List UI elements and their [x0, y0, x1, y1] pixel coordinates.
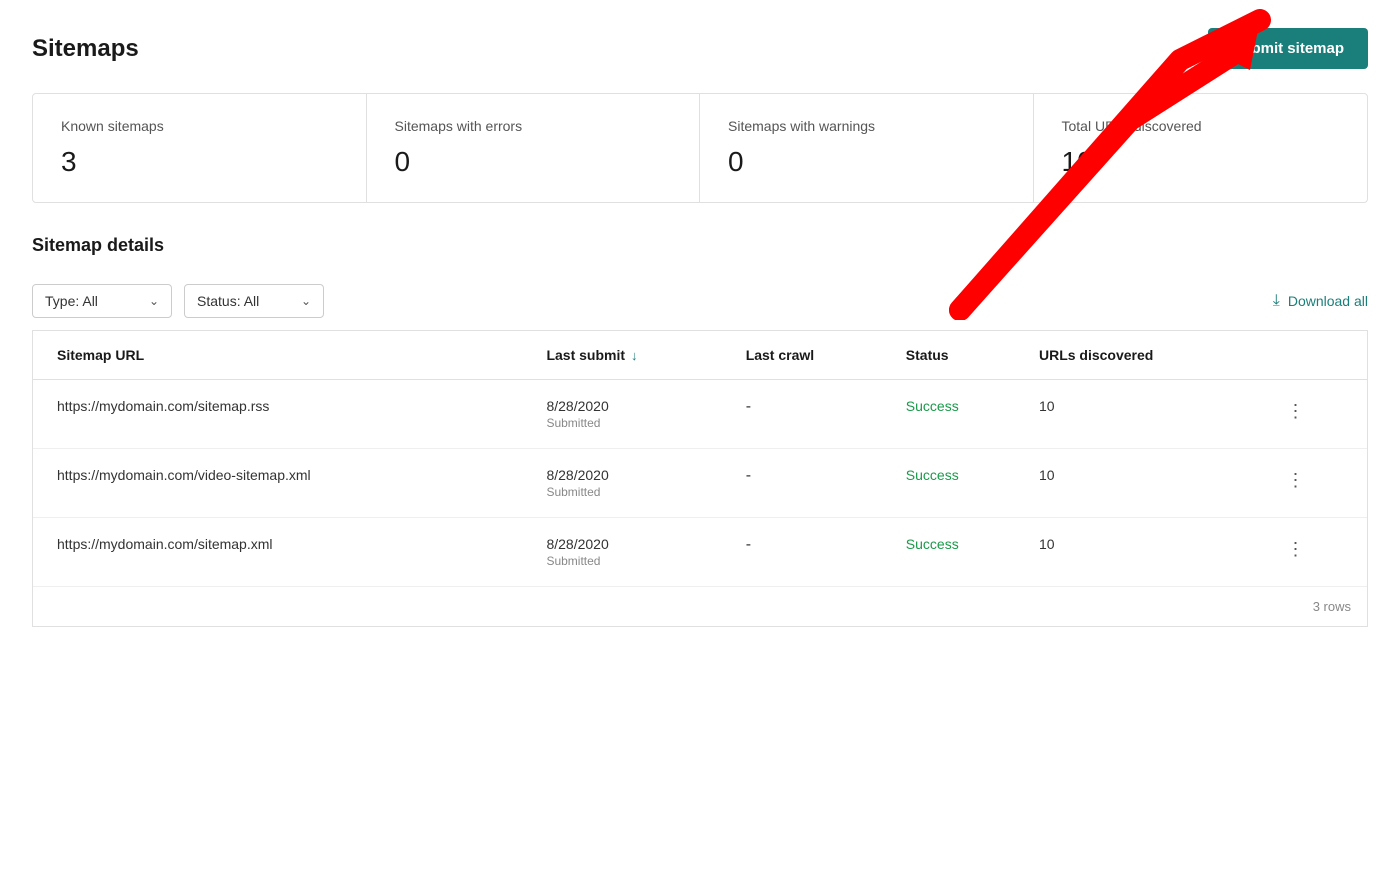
cell-last-submit: 8/28/2020 Submitted — [534, 449, 733, 518]
stat-warnings-value: 0 — [728, 146, 1005, 178]
more-actions-button[interactable]: ⋮ — [1279, 398, 1313, 424]
cell-status: Success — [894, 518, 1027, 587]
cell-urls-discovered: 10 — [1027, 380, 1267, 449]
submit-date: 8/28/2020 — [546, 467, 721, 483]
filter-bar: Type: All ⌄ Status: All ⌄ ⤓ Download all — [32, 272, 1368, 331]
stat-known-value: 3 — [61, 146, 338, 178]
col-header-last-crawl: Last crawl — [734, 331, 894, 380]
cell-url: https://mydomain.com/video-sitemap.xml — [33, 449, 534, 518]
col-header-urls-discovered: URLs discovered — [1027, 331, 1267, 380]
col-header-actions — [1267, 331, 1367, 380]
type-filter-label: Type: All — [45, 293, 141, 309]
stat-urls-label: Total URLs discovered — [1062, 118, 1340, 134]
row-count: 3 rows — [1313, 599, 1351, 614]
status-badge: Success — [906, 467, 959, 483]
cell-url: https://mydomain.com/sitemap.rss — [33, 380, 534, 449]
stat-urls-value: 10 — [1062, 146, 1340, 178]
table-row: https://mydomain.com/sitemap.xml 8/28/20… — [33, 518, 1367, 587]
submit-label: Submitted — [546, 485, 721, 499]
cell-more-actions[interactable]: ⋮ — [1267, 449, 1367, 518]
cell-urls-discovered: 10 — [1027, 449, 1267, 518]
submit-sitemap-button[interactable]: Submit sitemap — [1208, 28, 1368, 69]
sitemap-table: Sitemap URL Last submit ↓ Last crawl Sta… — [33, 331, 1367, 586]
cell-url: https://mydomain.com/sitemap.xml — [33, 518, 534, 587]
chevron-down-icon: ⌄ — [149, 294, 159, 308]
stat-card-warnings: Sitemaps with warnings 0 — [700, 94, 1034, 202]
table-row: https://mydomain.com/sitemap.rss 8/28/20… — [33, 380, 1367, 449]
details-section-title: Sitemap details — [32, 235, 1368, 256]
stat-warnings-label: Sitemaps with warnings — [728, 118, 1005, 134]
stat-errors-label: Sitemaps with errors — [395, 118, 672, 134]
table-row: https://mydomain.com/video-sitemap.xml 8… — [33, 449, 1367, 518]
submit-date: 8/28/2020 — [546, 398, 721, 414]
download-all-button[interactable]: ⤓ Download all — [1273, 292, 1368, 310]
more-actions-button[interactable]: ⋮ — [1279, 536, 1313, 562]
status-badge: Success — [906, 398, 959, 414]
cell-more-actions[interactable]: ⋮ — [1267, 380, 1367, 449]
page-header: Sitemaps Submit sitemap — [32, 28, 1368, 69]
stat-card-urls: Total URLs discovered 10 — [1034, 94, 1368, 202]
cell-last-submit: 8/28/2020 Submitted — [534, 518, 733, 587]
col-header-last-submit[interactable]: Last submit ↓ — [534, 331, 733, 380]
page-title: Sitemaps — [32, 35, 139, 63]
stat-known-label: Known sitemaps — [61, 118, 338, 134]
filter-left: Type: All ⌄ Status: All ⌄ — [32, 284, 324, 318]
cell-urls-discovered: 10 — [1027, 518, 1267, 587]
download-icon: ⤓ — [1273, 292, 1280, 310]
chevron-down-icon: ⌄ — [301, 294, 311, 308]
cell-last-crawl: - — [734, 518, 894, 587]
submit-label: Submitted — [546, 416, 721, 430]
cell-last-crawl: - — [734, 380, 894, 449]
status-filter[interactable]: Status: All ⌄ — [184, 284, 324, 318]
cell-status: Success — [894, 380, 1027, 449]
sort-icon: ↓ — [631, 348, 638, 363]
cell-more-actions[interactable]: ⋮ — [1267, 518, 1367, 587]
table-header-row: Sitemap URL Last submit ↓ Last crawl Sta… — [33, 331, 1367, 380]
table-footer: 3 rows — [33, 586, 1367, 626]
cell-last-submit: 8/28/2020 Submitted — [534, 380, 733, 449]
type-filter[interactable]: Type: All ⌄ — [32, 284, 172, 318]
status-filter-label: Status: All — [197, 293, 293, 309]
col-header-url: Sitemap URL — [33, 331, 534, 380]
status-badge: Success — [906, 536, 959, 552]
stats-row: Known sitemaps 3 Sitemaps with errors 0 … — [32, 93, 1368, 203]
stat-card-errors: Sitemaps with errors 0 — [367, 94, 701, 202]
more-actions-button[interactable]: ⋮ — [1279, 467, 1313, 493]
submit-label: Submitted — [546, 554, 721, 568]
cell-status: Success — [894, 449, 1027, 518]
sitemap-table-container: Sitemap URL Last submit ↓ Last crawl Sta… — [32, 331, 1368, 627]
download-all-label: Download all — [1288, 293, 1368, 309]
cell-last-crawl: - — [734, 449, 894, 518]
col-header-status: Status — [894, 331, 1027, 380]
submit-date: 8/28/2020 — [546, 536, 721, 552]
stat-card-known: Known sitemaps 3 — [33, 94, 367, 202]
stat-errors-value: 0 — [395, 146, 672, 178]
